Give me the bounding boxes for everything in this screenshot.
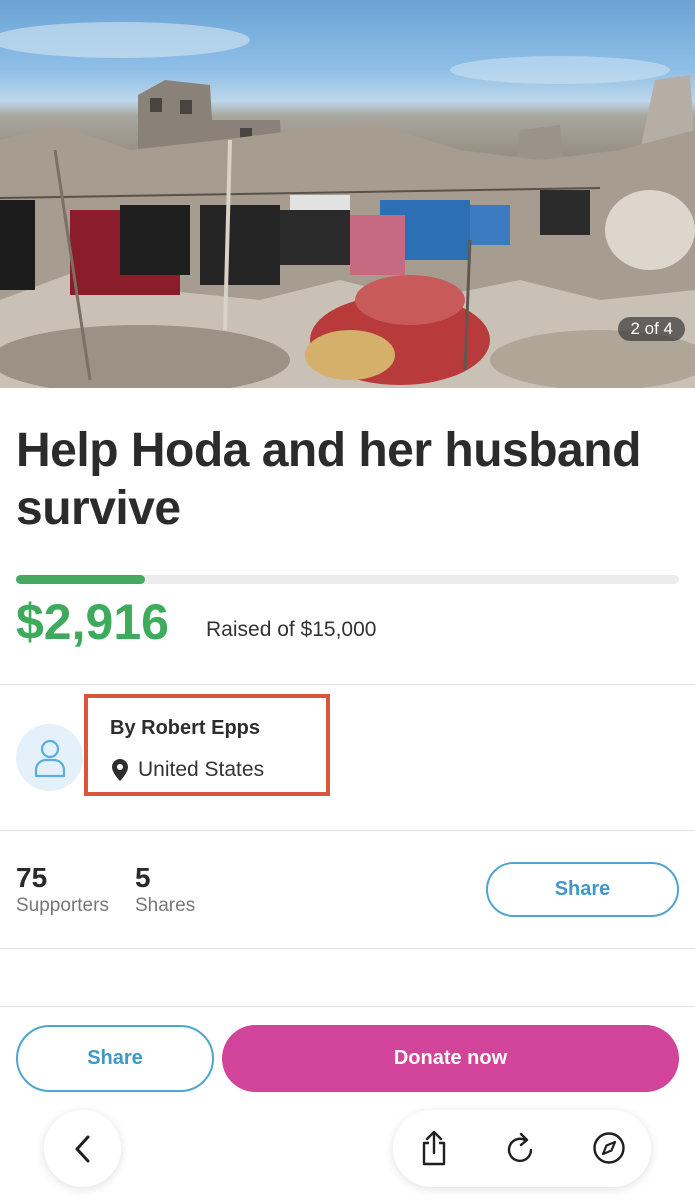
location-pin-icon (112, 759, 128, 781)
raised-goal-label: Raised of $15,000 (206, 618, 377, 641)
browser-toolbar (393, 1110, 651, 1187)
reload-button[interactable] (501, 1128, 541, 1168)
campaign-title: Help Hoda and her husband survive (16, 424, 641, 535)
user-icon (34, 739, 65, 777)
divider (0, 684, 695, 685)
chevron-left-icon (75, 1135, 89, 1162)
share-page-button[interactable] (414, 1128, 454, 1168)
supporters-count: 75 (16, 862, 48, 893)
compass-button[interactable] (589, 1128, 629, 1168)
hero-image[interactable]: 2 of 4 (0, 0, 695, 388)
donate-now-button[interactable]: Donate now (222, 1025, 679, 1092)
divider (0, 948, 695, 949)
raised-amount: $2,916 (16, 594, 169, 650)
divider (0, 1006, 695, 1007)
share-icon (422, 1130, 446, 1166)
shares-count: 5 (135, 862, 151, 893)
organizer-location-text: United States (138, 758, 265, 781)
avatar[interactable] (16, 724, 83, 791)
organizer-location: United States (110, 758, 264, 782)
shares-label: Shares (135, 895, 196, 916)
bottom-share-button[interactable]: Share (16, 1025, 214, 1092)
back-button[interactable] (44, 1110, 121, 1187)
reload-icon (507, 1132, 533, 1162)
rubble-photo (0, 22, 695, 388)
divider (0, 830, 695, 831)
image-counter-badge: 2 of 4 (618, 317, 685, 341)
progress-fill (16, 575, 145, 584)
share-button[interactable]: Share (486, 862, 679, 917)
compass-icon (593, 1132, 625, 1164)
organizer-name[interactable]: By Robert Epps (110, 717, 260, 740)
progress-bar (16, 575, 679, 584)
supporters-label: Supporters (16, 895, 109, 916)
